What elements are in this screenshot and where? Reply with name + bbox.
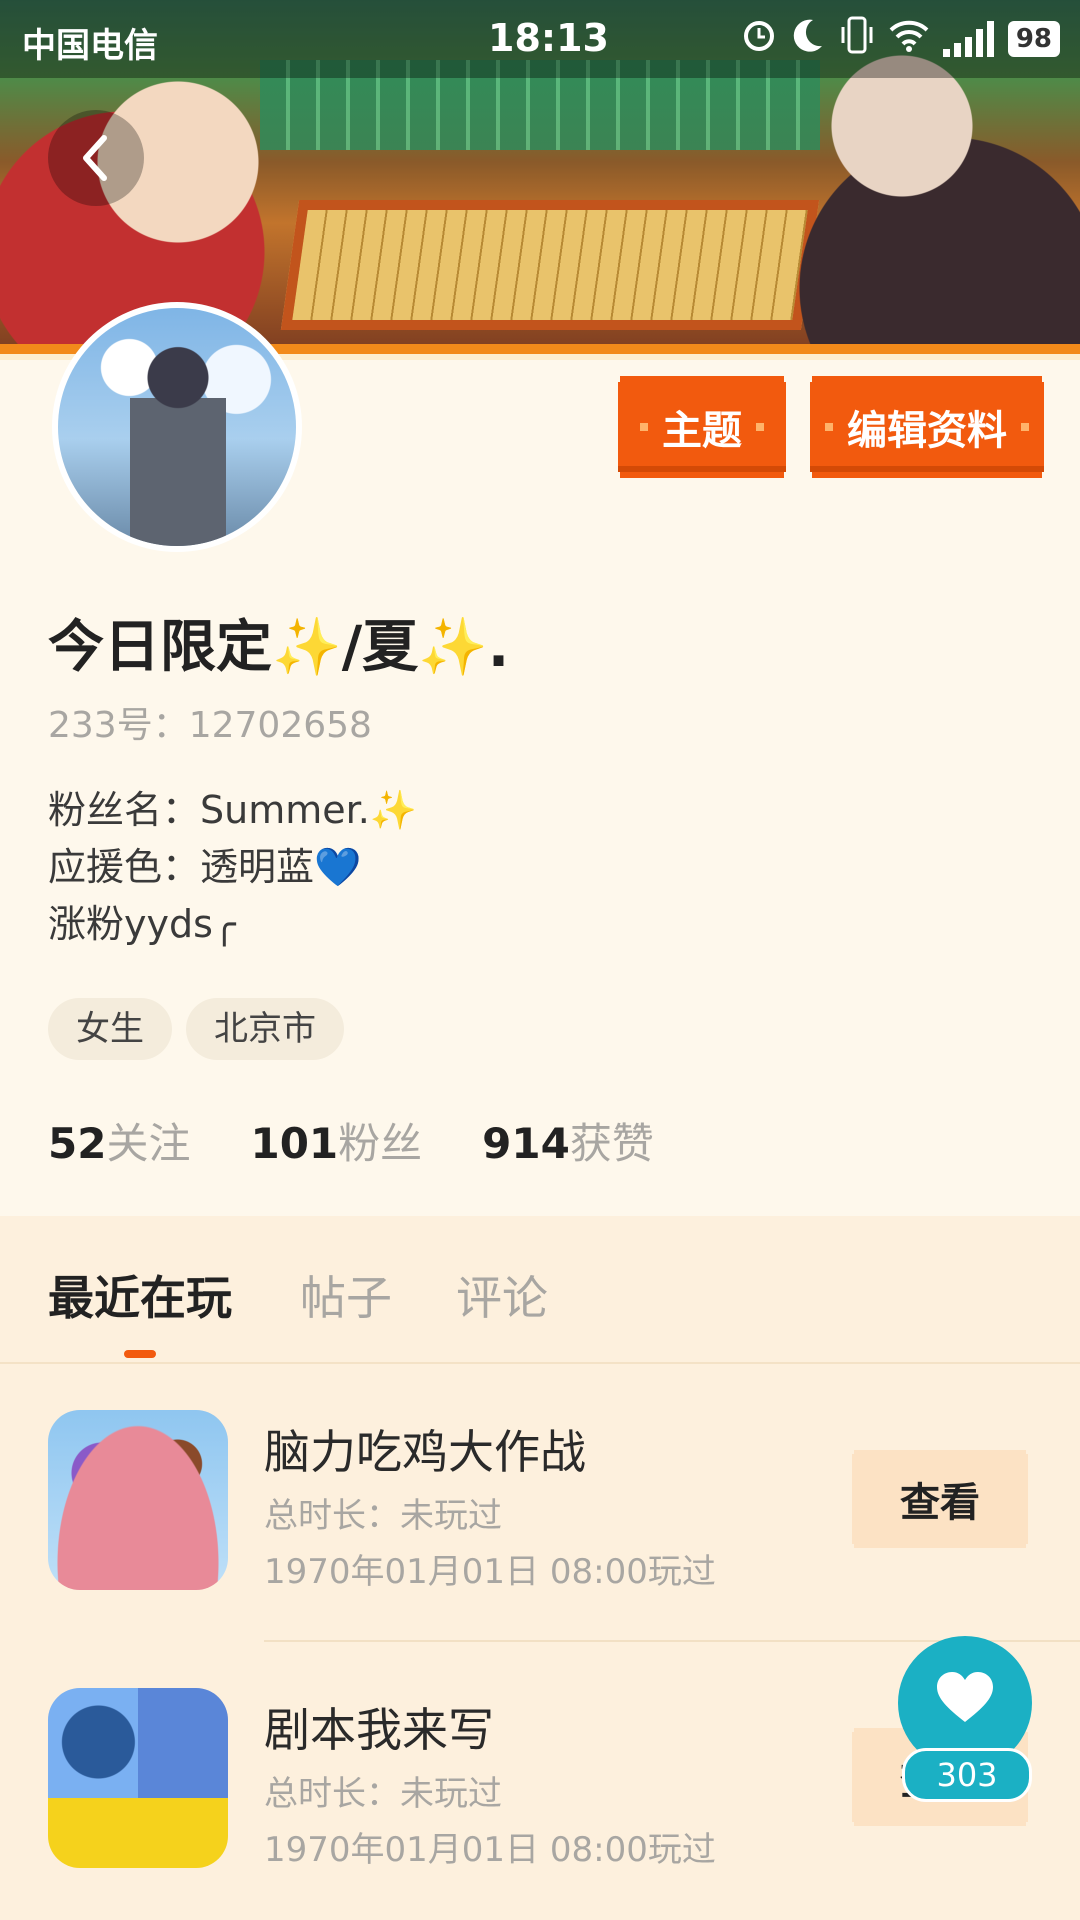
- chevron-left-icon: [83, 135, 107, 181]
- button-dot: [756, 423, 764, 431]
- stat-value: 52: [48, 1119, 107, 1168]
- avatar[interactable]: [52, 302, 302, 552]
- tag-gender: 女生: [48, 998, 172, 1060]
- back-button[interactable]: [48, 110, 144, 206]
- recent-games-list: 脑力吃鸡大作战 总时长：未玩过 1970年01月01日 08:00玩过 查看 剧…: [0, 1364, 1080, 1920]
- vibrate-icon: [839, 15, 875, 64]
- stat-following[interactable]: 52关注: [48, 1110, 190, 1171]
- game-icon: [48, 1410, 228, 1590]
- tag-location: 北京市: [186, 998, 344, 1060]
- game-duration: 总时长：未玩过: [264, 1774, 502, 1814]
- status-icons: 98: [741, 16, 1060, 62]
- moon-icon: [791, 17, 825, 62]
- tab-bar: 最近在玩 帖子 评论: [0, 1216, 1080, 1364]
- like-count: 303: [902, 1748, 1032, 1802]
- avatar-image: [58, 308, 296, 546]
- avatar-figure: [130, 338, 226, 546]
- button-dot: [1021, 423, 1029, 431]
- game-title: 脑力吃鸡大作战: [264, 1425, 586, 1479]
- profile-stats: 52关注 101粉丝 914获赞: [48, 1110, 654, 1171]
- tab-comments[interactable]: 评论: [456, 1262, 548, 1328]
- wifi-icon: [889, 18, 929, 61]
- carrier-label: 中国电信: [22, 26, 158, 66]
- stat-followers[interactable]: 101粉丝: [250, 1110, 422, 1171]
- stat-likes[interactable]: 914获赞: [482, 1110, 654, 1171]
- list-item[interactable]: 脑力吃鸡大作战 总时长：未玩过 1970年01月01日 08:00玩过 查看: [0, 1364, 1080, 1642]
- active-tab-indicator: [124, 1350, 156, 1358]
- clock: 18:13: [488, 16, 609, 60]
- stat-label: 关注: [106, 1119, 191, 1168]
- stat-value: 914: [482, 1119, 570, 1168]
- bio: 粉丝名：Summer.✨ 应援色：透明蓝💙 涨粉yyds╭: [48, 788, 418, 946]
- game-duration: 总时长：未玩过: [264, 1496, 502, 1536]
- stat-value: 101: [250, 1119, 339, 1168]
- edit-profile-label: 编辑资料: [847, 408, 1007, 454]
- game-last-played: 1970年01月01日 08:00玩过: [264, 1552, 716, 1592]
- game-icon: [48, 1688, 228, 1868]
- profile-tags: 女生 北京市: [48, 998, 344, 1060]
- tab-recently-played[interactable]: 最近在玩: [48, 1262, 232, 1328]
- nickname: 今日限定✨/夏✨.: [48, 615, 510, 680]
- game-title: 剧本我来写: [264, 1703, 494, 1757]
- view-button[interactable]: 查看: [852, 1454, 1028, 1544]
- button-dot: [640, 423, 648, 431]
- theme-button[interactable]: 主题: [618, 382, 786, 472]
- alarm-icon: [741, 17, 777, 62]
- edit-profile-button[interactable]: 编辑资料: [810, 382, 1044, 472]
- status-bar: 中国电信 18:13 98: [0, 0, 1080, 78]
- stat-label: 获赞: [569, 1119, 654, 1168]
- user-id: 233号：12702658: [48, 705, 372, 746]
- banner-go-board: [280, 200, 820, 330]
- heart-icon: [937, 1672, 993, 1722]
- signal-icon: [942, 21, 994, 57]
- button-dot: [825, 423, 833, 431]
- theme-button-label: 主题: [662, 408, 742, 454]
- battery-icon: 98: [1007, 21, 1060, 57]
- stat-label: 粉丝: [338, 1119, 423, 1168]
- tab-posts[interactable]: 帖子: [300, 1262, 392, 1328]
- game-last-played: 1970年01月01日 08:00玩过: [264, 1830, 716, 1870]
